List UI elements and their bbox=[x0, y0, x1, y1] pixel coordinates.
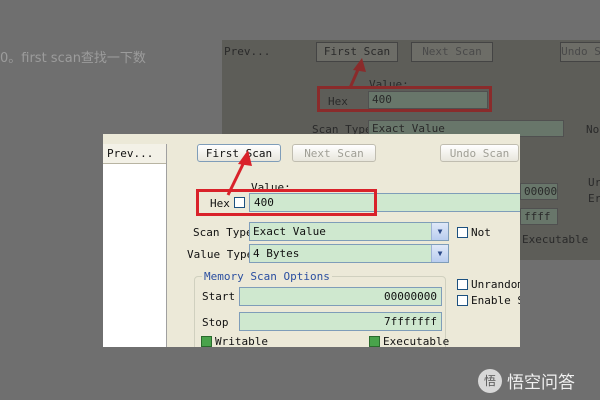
watermark-text: 悟空问答 bbox=[507, 373, 575, 393]
bg-arrow-icon bbox=[348, 58, 366, 89]
annotation-arrows bbox=[226, 58, 366, 196]
arrow-icon bbox=[226, 150, 252, 196]
watermark: 悟 悟空问答 bbox=[478, 368, 575, 393]
watermark-logo-icon: 悟 bbox=[478, 368, 502, 393]
